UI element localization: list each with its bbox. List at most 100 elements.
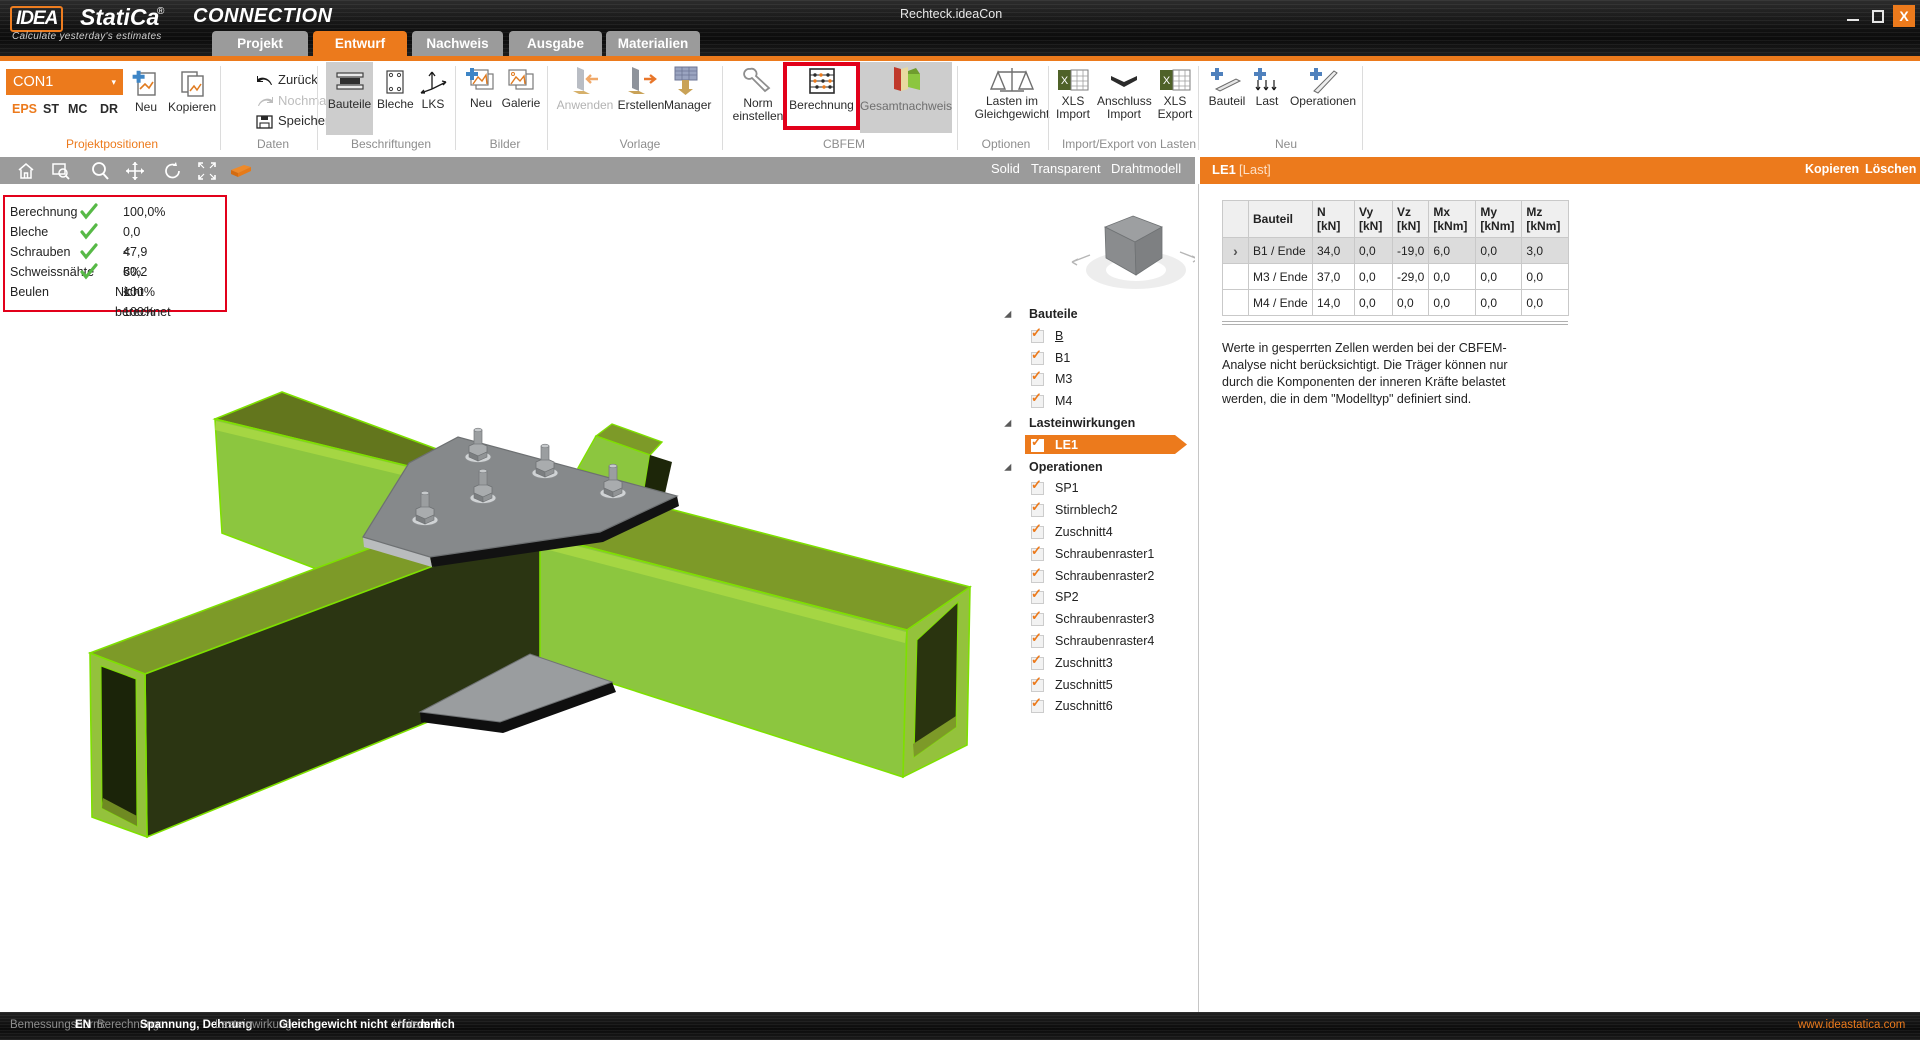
close-button[interactable]: X bbox=[1893, 5, 1915, 27]
checkbox-checked[interactable]: ✓ bbox=[1031, 548, 1044, 561]
link-st[interactable]: ST bbox=[43, 102, 59, 116]
view-cube-icon[interactable] bbox=[1072, 216, 1195, 289]
chevron-expanded-icon[interactable] bbox=[1004, 311, 1015, 322]
tree-item-m3[interactable]: ✓ M3 bbox=[1005, 369, 1193, 390]
xls-export-button[interactable]: X XLS Export bbox=[1155, 67, 1195, 121]
link-dr[interactable]: DR bbox=[100, 102, 118, 116]
members-label-button[interactable]: Bauteile bbox=[326, 69, 373, 111]
cell-my[interactable]: 0,0 bbox=[1476, 264, 1522, 290]
table-row[interactable]: M4 / Ende 14,0 0,0 0,0 0,0 0,0 0,0 bbox=[1223, 290, 1569, 316]
cell-vy[interactable]: 0,0 bbox=[1355, 238, 1393, 264]
code-setup-button[interactable]: Norm einstellen bbox=[729, 65, 787, 123]
template-manager-button[interactable]: Manager bbox=[664, 65, 708, 112]
cell-member[interactable]: M4 / Ende bbox=[1249, 290, 1313, 316]
add-member-button[interactable]: Bauteil bbox=[1206, 67, 1248, 108]
checkbox-checked[interactable]: ✓ bbox=[1031, 482, 1044, 495]
table-row[interactable]: M3 / Ende 37,0 0,0 -29,0 0,0 0,0 0,0 bbox=[1223, 264, 1569, 290]
checkbox-checked[interactable]: ✓ bbox=[1031, 330, 1044, 343]
checkbox-checked[interactable]: ✓ bbox=[1031, 635, 1044, 648]
gallery-button[interactable]: Galerie bbox=[499, 67, 543, 110]
tree-item-b1[interactable]: ✓ B1 bbox=[1005, 348, 1193, 369]
tab-entwurf[interactable]: Entwurf bbox=[313, 31, 407, 56]
checkbox-checked[interactable]: ✓ bbox=[1031, 526, 1044, 539]
website-link[interactable]: www.ideastatica.com bbox=[1798, 1019, 1905, 1031]
tab-projekt[interactable]: Projekt bbox=[212, 31, 308, 56]
tree-item-schraubenraster3[interactable]: ✓ Schraubenraster3 bbox=[1005, 609, 1193, 630]
link-mc[interactable]: MC bbox=[68, 102, 87, 116]
save-button[interactable]: Speichern bbox=[256, 113, 337, 129]
solid-box-icon[interactable] bbox=[230, 164, 252, 183]
tree-item-zuschnitt6[interactable]: ✓ Zuschnitt6 bbox=[1005, 696, 1193, 717]
tree-item-sp2[interactable]: ✓ SP2 bbox=[1005, 587, 1193, 608]
tree-item-stirnblech2[interactable]: ✓ Stirnblech2 bbox=[1005, 500, 1193, 521]
cell-mx[interactable]: 0,0 bbox=[1429, 264, 1476, 290]
picture-new-button[interactable]: Neu bbox=[463, 67, 499, 110]
tree-item-zuschnitt5[interactable]: ✓ Zuschnitt5 bbox=[1005, 675, 1193, 696]
pan-icon[interactable] bbox=[125, 161, 145, 186]
link-eps[interactable]: EPS bbox=[12, 102, 37, 116]
tree-item-schraubenraster2[interactable]: ✓ Schraubenraster2 bbox=[1005, 566, 1193, 587]
cell-my[interactable]: 0,0 bbox=[1476, 238, 1522, 264]
plates-label-button[interactable]: Bleche bbox=[377, 69, 413, 111]
checkbox-checked[interactable]: ✓ bbox=[1031, 352, 1044, 365]
calculate-button[interactable]: Berechnung bbox=[786, 67, 857, 112]
template-create-button[interactable]: Erstellen bbox=[615, 65, 667, 112]
tree-group-bauteile[interactable]: Bauteile bbox=[1005, 304, 1193, 325]
checkbox-checked[interactable]: ✓ bbox=[1031, 613, 1044, 626]
tree-item-zuschnitt4[interactable]: ✓ Zuschnitt4 bbox=[1005, 522, 1193, 543]
maximize-button[interactable] bbox=[1868, 8, 1888, 24]
checkbox-checked[interactable]: ✓ bbox=[1031, 395, 1044, 408]
checkbox-checked[interactable]: ✓ bbox=[1031, 700, 1044, 713]
cell-member[interactable]: M3 / Ende bbox=[1249, 264, 1313, 290]
cell-n[interactable]: 14,0 bbox=[1313, 290, 1355, 316]
add-load-button[interactable]: Last bbox=[1250, 67, 1284, 108]
copy-item-button[interactable]: Kopieren bbox=[165, 69, 219, 114]
lcs-button[interactable]: LKS bbox=[416, 69, 450, 111]
checkbox-checked[interactable]: ✓ bbox=[1031, 657, 1044, 670]
loads-in-equilibrium-button[interactable]: Lasten im Gleichgewicht bbox=[967, 65, 1057, 121]
view-mode-solid[interactable]: Solid bbox=[991, 161, 1020, 176]
tree-item-sp1[interactable]: ✓ SP1 bbox=[1005, 478, 1193, 499]
zoom-window-icon[interactable] bbox=[51, 161, 71, 186]
cell-member[interactable]: B1 / Ende bbox=[1249, 238, 1313, 264]
copy-load-effect-button[interactable]: Kopieren bbox=[1805, 162, 1859, 176]
cell-vy[interactable]: 0,0 bbox=[1355, 290, 1393, 316]
cell-vy[interactable]: 0,0 bbox=[1355, 264, 1393, 290]
cell-vz[interactable]: 0,0 bbox=[1393, 290, 1429, 316]
zoom-icon[interactable] bbox=[90, 161, 110, 186]
chevron-expanded-icon[interactable] bbox=[1004, 420, 1015, 431]
tab-materialien[interactable]: Materialien bbox=[606, 31, 700, 56]
checkbox-checked[interactable]: ✓ bbox=[1031, 679, 1044, 692]
cell-vz[interactable]: -29,0 bbox=[1393, 264, 1429, 290]
fit-icon[interactable] bbox=[197, 161, 217, 186]
view-mode-transparent[interactable]: Transparent bbox=[1031, 161, 1101, 176]
table-row[interactable]: › B1 / Ende 34,0 0,0 -19,0 6,0 0,0 3,0 bbox=[1223, 238, 1569, 264]
tree-group-lasteinwirkungen[interactable]: Lasteinwirkungen bbox=[1005, 413, 1193, 434]
checkbox-checked[interactable]: ✓ bbox=[1031, 591, 1044, 604]
status-units-value[interactable]: mm bbox=[420, 1019, 440, 1031]
cell-mz[interactable]: 0,0 bbox=[1522, 290, 1569, 316]
new-item-button[interactable]: Neu bbox=[128, 69, 164, 114]
tree-item-zuschnitt3[interactable]: ✓ Zuschnitt3 bbox=[1005, 653, 1193, 674]
cell-mz[interactable]: 3,0 bbox=[1522, 238, 1569, 264]
delete-load-effect-button[interactable]: Löschen bbox=[1865, 162, 1916, 176]
chevron-expanded-icon[interactable] bbox=[1004, 464, 1015, 475]
chevron-down-icon[interactable]: ▾ bbox=[111, 69, 116, 95]
view-mode-wireframe[interactable]: Drahtmodell bbox=[1111, 161, 1181, 176]
connection-import-button[interactable]: Anschluss Import bbox=[1097, 67, 1151, 121]
cell-vz[interactable]: -19,0 bbox=[1393, 238, 1429, 264]
tree-item-m4[interactable]: ✓ M4 bbox=[1005, 391, 1193, 412]
add-operation-button[interactable]: Operationen bbox=[1288, 67, 1358, 108]
tree-item-schraubenraster4[interactable]: ✓ Schraubenraster4 bbox=[1005, 631, 1193, 652]
tree-item-schraubenraster1[interactable]: ✓ Schraubenraster1 bbox=[1005, 544, 1193, 565]
checkbox-checked[interactable]: ✓ bbox=[1031, 504, 1044, 517]
cell-mz[interactable]: 0,0 bbox=[1522, 264, 1569, 290]
checkbox-checked[interactable]: ✓ bbox=[1031, 373, 1044, 386]
cell-my[interactable]: 0,0 bbox=[1476, 290, 1522, 316]
tree-item-b[interactable]: ✓ B bbox=[1005, 326, 1193, 347]
undo-button[interactable]: Zurück bbox=[256, 72, 318, 87]
project-item-combobox[interactable]: CON1 ▾ bbox=[6, 69, 123, 95]
tab-ausgabe[interactable]: Ausgabe bbox=[509, 31, 602, 56]
template-apply-button[interactable]: Anwenden bbox=[556, 65, 614, 112]
rotate-icon[interactable] bbox=[163, 161, 183, 186]
